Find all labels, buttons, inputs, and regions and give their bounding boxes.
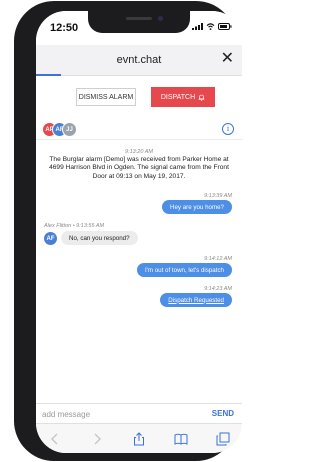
message-composer: SEND	[36, 403, 242, 424]
status-bar: 12:50	[36, 11, 242, 45]
participant-avatar[interactable]: JJ	[62, 122, 77, 137]
back-icon[interactable]	[48, 432, 62, 446]
alarm-actions: DISMISS ALARM DISPATCH	[36, 85, 242, 113]
sender-avatar[interactable]: AF	[44, 232, 57, 245]
close-icon[interactable]: ✕	[221, 50, 234, 68]
phone-frame: 12:50 evnt.chat ✕ DISMISS ALARM DISPATCH…	[14, 1, 242, 461]
share-icon[interactable]	[132, 432, 146, 446]
message-text: I'm out of town, let's dispatch	[144, 266, 224, 274]
message-time: 9:14:12 AM	[204, 256, 232, 262]
wifi-icon	[206, 23, 215, 30]
speaker	[126, 17, 152, 20]
dismiss-alarm-button[interactable]: DISMISS ALARM	[76, 88, 136, 106]
participant-initials: JJ	[66, 126, 73, 133]
message-time: 9:14:23 AM	[204, 286, 232, 292]
message-text: No, can you respond?	[69, 234, 130, 242]
outgoing-message: Hey are you home?	[162, 200, 232, 214]
battery-icon	[218, 23, 232, 30]
info-glyph: i	[226, 125, 230, 133]
page-load-progress	[36, 74, 61, 76]
message-time: 9:13:39 AM	[204, 193, 232, 199]
browser-address-bar: evnt.chat ✕	[36, 45, 242, 76]
status-icons	[192, 23, 232, 30]
system-message-time: 9:13:20 AM	[125, 149, 153, 155]
dispatch-label: DISPATCH	[160, 93, 196, 101]
notch	[88, 11, 190, 33]
system-message: The Burglar alarm [Demo] was received fr…	[49, 156, 229, 180]
dispatch-requested-message: Dispatch Requested	[160, 293, 232, 307]
forward-icon[interactable]	[90, 432, 104, 446]
info-icon[interactable]: i	[222, 123, 234, 135]
browser-toolbar	[36, 423, 242, 453]
status-time: 12:50	[50, 22, 79, 34]
outgoing-message: I'm out of town, let's dispatch	[136, 263, 232, 277]
phone-screen: 12:50 evnt.chat ✕ DISMISS ALARM DISPATCH…	[36, 11, 242, 453]
url-text[interactable]: evnt.chat	[36, 54, 242, 66]
dismiss-alarm-label: DISMISS ALARM	[78, 93, 134, 101]
bell-icon	[198, 94, 205, 101]
participants-bar: AP AF JJ i	[36, 119, 242, 140]
signal-icon	[192, 23, 203, 30]
bookmarks-icon[interactable]	[174, 432, 188, 446]
sender-initials: AF	[46, 235, 55, 242]
dispatch-button[interactable]: DISPATCH	[151, 87, 215, 107]
incoming-message: No, can you respond?	[61, 231, 138, 245]
camera	[158, 16, 163, 21]
message-input[interactable]	[36, 406, 202, 422]
message-text: Hey are you home?	[170, 203, 224, 211]
send-button[interactable]: SEND	[212, 409, 234, 418]
dispatch-requested-link[interactable]: Dispatch Requested	[168, 297, 224, 304]
message-sender-meta: Alex Flitton • 9:13:55 AM	[44, 223, 105, 229]
tabs-icon[interactable]	[216, 432, 230, 446]
